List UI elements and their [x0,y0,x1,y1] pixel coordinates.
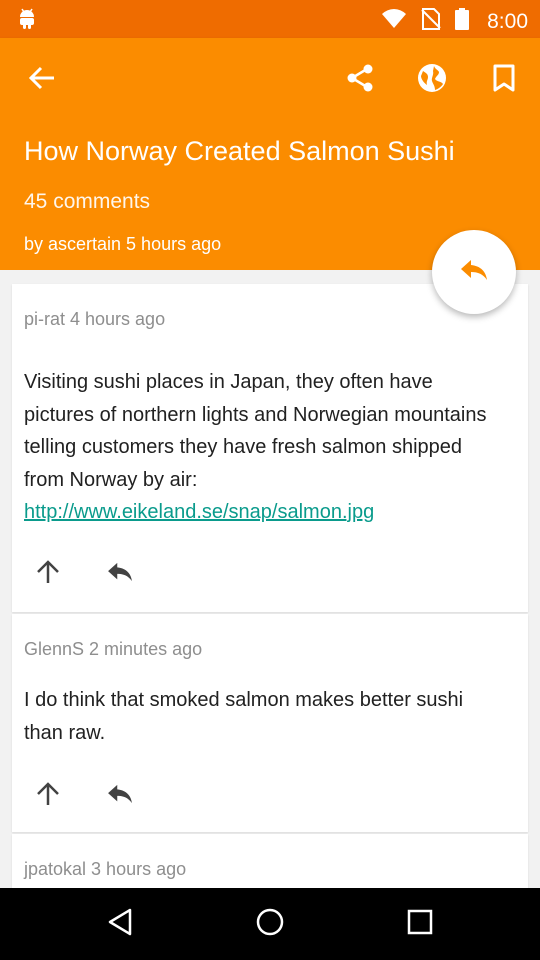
share-icon [345,63,375,98]
navigation-bar [0,888,540,960]
comments-count: 45 comments [24,190,151,213]
comment-body: I do think that smoked salmon makes bett… [24,689,464,744]
bookmark-icon [493,64,515,97]
comment-card: pi-rat 4 hours ago Visiting sushi places… [12,284,528,612]
no-sim-icon [421,8,441,35]
upvote-button[interactable] [26,552,70,596]
upvote-button[interactable] [26,774,70,818]
status-bar: 8:00 [0,0,540,38]
comment-card: GlennS 2 minutes ago I do think that smo… [12,614,528,832]
back-triangle-icon [106,907,134,942]
story-title[interactable]: How Norway Created Salmon Sushi [24,136,524,167]
comment-body: Visiting sushi places in Japan, they oft… [24,366,504,529]
reply-button[interactable] [98,774,142,818]
comment-meta[interactable]: jpatokal 3 hours ago [24,859,186,880]
wifi-icon [381,9,407,34]
reply-icon [106,561,134,588]
globe-icon [417,63,447,98]
back-arrow-icon [28,64,56,97]
reply-fab[interactable] [432,230,516,314]
story-byline: by ascertain 5 hours ago [24,234,222,254]
screen: 8:00 How Norway Created Salmon Sushi 45 … [0,0,540,960]
battery-icon [455,8,470,35]
nav-home-button[interactable] [248,902,292,946]
arrow-up-icon [35,781,61,812]
reply-icon [459,258,489,287]
comment-meta[interactable]: GlennS 2 minutes ago [24,639,202,660]
reply-icon [106,783,134,810]
comment-text: Visiting sushi places in Japan, they oft… [24,371,487,491]
comment-card: jpatokal 3 hours ago [12,834,528,888]
nav-back-button[interactable] [98,902,142,946]
share-button[interactable] [338,58,382,102]
arrow-up-icon [35,559,61,590]
home-circle-icon [255,907,285,942]
back-button[interactable] [20,58,64,102]
comment-link[interactable]: http://www.eikeland.se/snap/salmon.jpg [24,501,374,523]
reply-button[interactable] [98,552,142,596]
comment-meta[interactable]: pi-rat 4 hours ago [24,309,165,330]
nav-recents-button[interactable] [398,902,442,946]
recents-square-icon [407,909,433,940]
status-time: 8:00 [487,9,528,33]
bookmark-button[interactable] [482,58,526,102]
android-icon [18,8,36,35]
open-in-browser-button[interactable] [410,58,454,102]
comment-list[interactable]: pi-rat 4 hours ago Visiting sushi places… [0,270,540,888]
